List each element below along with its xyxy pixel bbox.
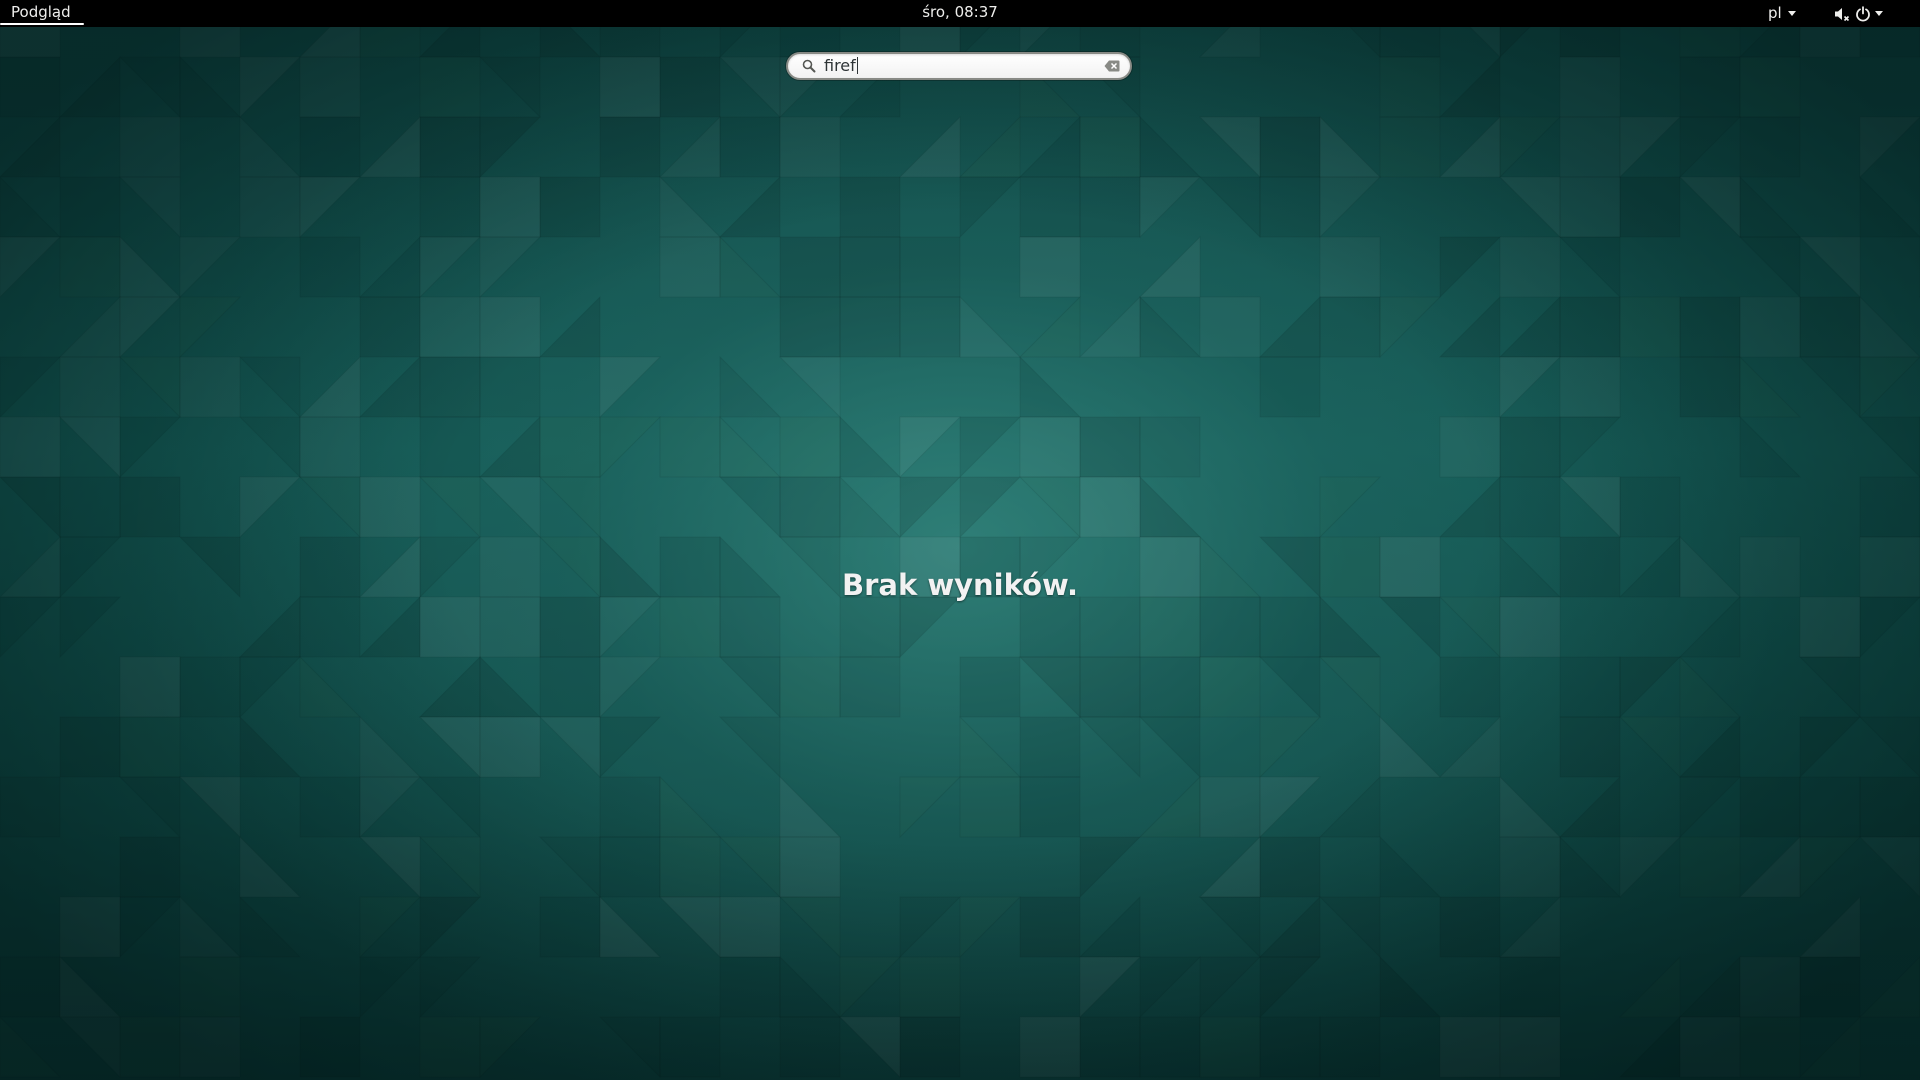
desktop-wallpaper: [0, 27, 1920, 1080]
power-icon: [1855, 5, 1871, 22]
top-bar: Podgląd śro, 08:37 pl: [0, 0, 1920, 27]
keyboard-layout-menu[interactable]: pl: [1768, 0, 1796, 27]
wallpaper-vignette: [0, 27, 1920, 1080]
system-status-menu[interactable]: [1833, 0, 1883, 27]
keyboard-layout-label: pl: [1768, 4, 1782, 22]
volume-muted-icon: [1833, 6, 1851, 22]
search-icon: [802, 59, 816, 73]
activities-indicator: [0, 23, 84, 25]
chevron-down-icon: [1875, 11, 1883, 16]
chevron-down-icon: [1787, 11, 1796, 16]
text-caret: [856, 57, 858, 74]
clock-area: śro, 08:37: [0, 0, 1920, 27]
activities-label: Podgląd: [11, 3, 71, 21]
search-entry[interactable]: firef: [786, 52, 1132, 80]
search-input[interactable]: firef: [824, 54, 858, 78]
activities-button[interactable]: Podgląd: [0, 0, 84, 27]
no-results-message: Brak wyników.: [841, 568, 1079, 602]
search-value: firef: [824, 56, 856, 75]
clear-icon[interactable]: [1104, 60, 1120, 72]
clock-button[interactable]: śro, 08:37: [914, 3, 1006, 21]
